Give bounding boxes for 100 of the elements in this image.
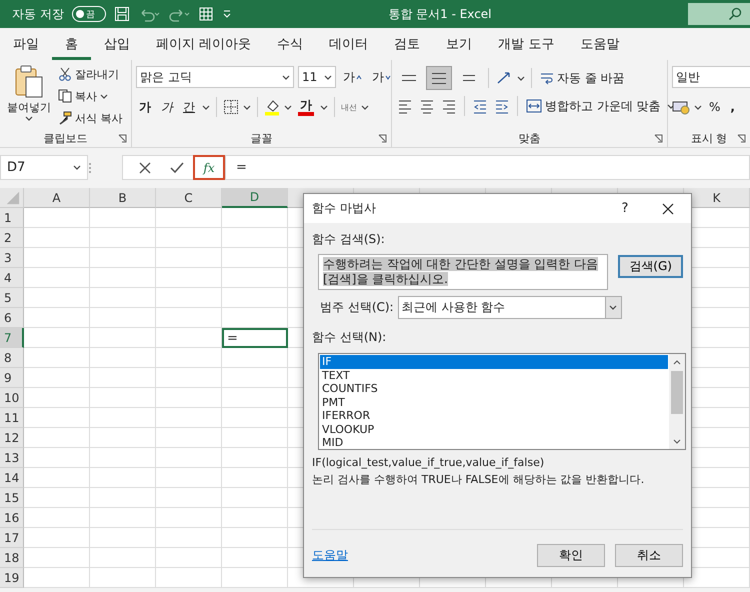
borders-icon[interactable]: [223, 99, 239, 115]
font-name-dropdown[interactable]: 맑은 고딕: [136, 66, 294, 88]
underline-button[interactable]: 간: [180, 96, 198, 118]
italic-button[interactable]: 가: [158, 96, 176, 118]
wrap-text-button[interactable]: 자동 줄 바꿈: [538, 68, 627, 88]
fill-color-icon[interactable]: [264, 98, 280, 116]
row-header[interactable]: 4: [0, 268, 24, 288]
ribbon-tab[interactable]: 파일: [0, 28, 52, 60]
function-list-item[interactable]: IFERROR: [320, 409, 668, 422]
dropdown-button[interactable]: [604, 297, 621, 318]
ribbon-tab[interactable]: 수식: [264, 28, 316, 60]
caret-icon[interactable]: [25, 116, 33, 121]
number-format-dropdown[interactable]: 일반: [672, 66, 750, 88]
search-button[interactable]: 검색(G): [618, 255, 683, 278]
ribbon-tab[interactable]: 검토: [381, 28, 434, 60]
row-header[interactable]: 3: [0, 248, 24, 268]
cancel-icon[interactable]: [139, 162, 151, 174]
search-button[interactable]: [688, 3, 750, 25]
ribbon-tab[interactable]: 데이터: [316, 28, 382, 60]
ribbon-tab[interactable]: 보기: [433, 28, 486, 60]
ribbon-tab[interactable]: 페이지 레이아웃: [143, 28, 264, 60]
column-header[interactable]: A: [24, 188, 90, 208]
ribbon-tab[interactable]: 개발 도구: [485, 28, 568, 60]
row-header[interactable]: 2: [0, 228, 24, 248]
row-header[interactable]: 16: [0, 508, 24, 528]
column-header[interactable]: B: [90, 188, 156, 208]
help-button[interactable]: ?: [605, 201, 645, 216]
bold-button[interactable]: 가: [136, 96, 154, 118]
formula-field[interactable]: =: [226, 155, 750, 180]
function-list-item[interactable]: TEXT: [320, 368, 668, 382]
font-size-dropdown[interactable]: 11: [298, 66, 336, 88]
caret-icon[interactable]: [202, 104, 210, 110]
row-header[interactable]: 8: [0, 348, 24, 368]
check-icon[interactable]: [170, 162, 184, 174]
active-cell[interactable]: =: [222, 328, 288, 348]
row-header[interactable]: 18: [0, 548, 24, 568]
ribbon-tab[interactable]: 삽입: [91, 28, 143, 60]
row-header[interactable]: 9: [0, 368, 24, 388]
merge-center-button[interactable]: 병합하고 가운데 맞춤: [524, 96, 663, 116]
caret-icon[interactable]: [694, 104, 702, 110]
search-field[interactable]: 수행하려는 작업에 대한 간단한 설명을 입력한 다음 [검색]을 클릭하십시오.: [318, 254, 608, 290]
vertical-align-button[interactable]: [426, 66, 452, 90]
ribbon-tab[interactable]: 도움말: [567, 28, 632, 60]
function-list-item[interactable]: MID: [320, 436, 668, 450]
column-header[interactable]: K: [684, 188, 750, 208]
category-dropdown[interactable]: 최근에 사용한 함수: [398, 296, 622, 319]
row-header[interactable]: 11: [0, 408, 24, 428]
customize-menu-icon[interactable]: [222, 9, 232, 19]
row-header[interactable]: 19: [0, 568, 24, 588]
row-header[interactable]: 13: [0, 448, 24, 468]
percent-button[interactable]: %: [706, 96, 724, 118]
phonetic-guide-button[interactable]: 내선: [341, 102, 357, 112]
column-header[interactable]: D: [222, 188, 288, 208]
caret-icon[interactable]: [324, 74, 332, 80]
caret-icon[interactable]: [282, 74, 290, 80]
format-painter-button[interactable]: 서식 복사: [56, 108, 124, 128]
row-header[interactable]: 17: [0, 528, 24, 548]
comma-style-button[interactable]: ,: [727, 96, 738, 118]
caret-icon[interactable]: [320, 104, 328, 110]
function-list-item[interactable]: COUNTIFS: [320, 382, 668, 396]
caret-icon[interactable]: [361, 104, 369, 110]
function-list-item[interactable]: VLOOKUP: [320, 422, 668, 436]
cancel-button[interactable]: 취소: [615, 544, 683, 567]
cut-button[interactable]: 잘라내기: [56, 64, 124, 84]
dialog-launcher-icon[interactable]: [378, 134, 387, 142]
row-header[interactable]: 15: [0, 488, 24, 508]
caret-icon[interactable]: [284, 104, 292, 110]
increase-font-size-button[interactable]: 가: [340, 66, 365, 88]
dialog-launcher-icon[interactable]: [654, 134, 663, 142]
autosave-toggle[interactable]: 끔: [72, 6, 106, 22]
paste-button[interactable]: 붙여넣기: [4, 63, 54, 129]
row-header[interactable]: 5: [0, 288, 24, 308]
function-list-item[interactable]: PMT: [320, 396, 668, 409]
font-color-button[interactable]: 가: [296, 98, 316, 116]
table-icon[interactable]: [198, 6, 214, 22]
caret-icon[interactable]: [73, 165, 81, 170]
row-header[interactable]: 10: [0, 388, 24, 408]
function-list[interactable]: IF TEXT COUNTIFS PMT IFERROR VLOOKUP MID: [318, 353, 686, 450]
help-link[interactable]: 도움말: [312, 547, 527, 564]
close-icon[interactable]: [662, 202, 674, 214]
dialog-launcher-icon[interactable]: [118, 134, 127, 142]
row-header[interactable]: 14: [0, 468, 24, 488]
name-box[interactable]: D7: [0, 155, 88, 180]
function-list-item[interactable]: IF: [320, 355, 668, 368]
save-icon[interactable]: [114, 6, 130, 22]
row-header[interactable]: 6: [0, 308, 24, 328]
row-header[interactable]: 1: [0, 208, 24, 228]
caret-icon[interactable]: [517, 76, 525, 80]
currency-icon[interactable]: [672, 99, 690, 115]
row-header[interactable]: 7: [0, 328, 24, 348]
scrollbar[interactable]: [669, 354, 685, 449]
copy-button[interactable]: 복사: [56, 86, 124, 106]
column-header[interactable]: C: [156, 188, 222, 208]
row-header[interactable]: 12: [0, 428, 24, 448]
caret-icon[interactable]: [243, 104, 251, 110]
dialog-launcher-icon[interactable]: [737, 134, 746, 142]
insert-function-button[interactable]: fx: [193, 155, 225, 180]
decrease-font-size-button[interactable]: 가: [369, 66, 394, 88]
caret-icon[interactable]: [100, 94, 108, 98]
ok-button[interactable]: 확인: [537, 544, 605, 567]
